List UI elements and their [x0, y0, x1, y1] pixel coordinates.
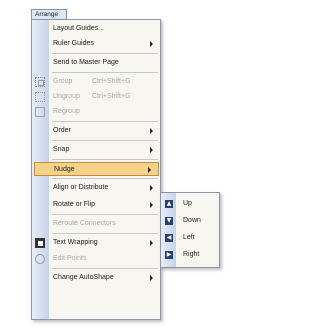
menu-separator	[52, 140, 158, 141]
menu-item-regroup[interactable]: Regroup	[32, 105, 160, 119]
nudge-item-left[interactable]: ◀ Left	[161, 231, 219, 245]
regroup-icon	[35, 107, 45, 117]
nudge-down-icon: ▼	[165, 217, 173, 225]
menu-item-layout-guides[interactable]: Layout Guides...	[32, 22, 160, 36]
menu-item-label: Ruler Guides	[53, 40, 94, 47]
nudge-item-down[interactable]: ▼ Down	[161, 214, 219, 228]
menu-separator	[52, 214, 158, 215]
ungroup-icon	[35, 92, 45, 102]
menu-item-snap[interactable]: Snap	[32, 143, 160, 157]
submenu-arrow-icon	[150, 41, 153, 47]
menu-item-ruler-guides[interactable]: Ruler Guides	[32, 37, 160, 51]
nudge-submenu: ▲ Up ▼ Down ◀ Left ▶ Right	[160, 192, 220, 268]
menu-item-label: Order	[53, 127, 71, 134]
menu-item-label: Reroute Connectors	[53, 220, 116, 227]
menu-item-label: Send to Master Page	[53, 59, 119, 66]
menu-item-label: Snap	[53, 146, 70, 153]
nudge-item-up[interactable]: ▲ Up	[161, 197, 219, 211]
nudge-item-label: Up	[183, 200, 192, 207]
menu-item-label: Nudge	[54, 166, 75, 173]
menu-item-change-autoshape[interactable]: Change AutoShape	[32, 271, 160, 285]
menu-item-text-wrapping[interactable]: Text Wrapping	[32, 236, 160, 250]
menu-item-order[interactable]: Order	[32, 124, 160, 138]
menu-item-label: Align or Distribute	[53, 184, 109, 191]
menu-item-group[interactable]: Group Ctrl+Shift+G	[32, 75, 160, 89]
menu-item-edit-points[interactable]: Edit Points	[32, 252, 160, 266]
menu-item-label: Regroup	[53, 108, 80, 115]
menu-item-label: Edit Points	[53, 255, 87, 262]
menu-item-align-or-distribute[interactable]: Align or Distribute	[32, 181, 160, 195]
submenu-arrow-icon	[150, 128, 153, 134]
menu-separator	[52, 159, 158, 160]
nudge-right-icon: ▶	[165, 251, 173, 259]
menu-item-label: Ungroup	[53, 93, 80, 100]
group-icon	[35, 77, 45, 87]
submenu-arrow-icon	[150, 275, 153, 281]
menu-item-label: Rotate or Flip	[53, 201, 96, 208]
submenu-arrow-icon	[150, 240, 153, 246]
menu-separator	[52, 53, 158, 54]
menu-item-send-to-master-page[interactable]: Send to Master Page	[32, 56, 160, 70]
menu-item-label: Group	[53, 78, 73, 85]
menu-item-label: Layout Guides...	[53, 25, 104, 32]
menu-item-reroute-connectors[interactable]: Reroute Connectors	[32, 217, 160, 231]
submenu-arrow-icon	[150, 147, 153, 153]
nudge-item-label: Left	[183, 234, 195, 241]
edit-points-icon	[35, 254, 45, 264]
nudge-up-icon: ▲	[165, 200, 173, 208]
submenu-arrow-icon	[148, 167, 151, 173]
menubar-arrange-label: Arrange	[35, 11, 59, 18]
nudge-item-label: Right	[183, 251, 200, 258]
menu-item-rotate-or-flip[interactable]: Rotate or Flip	[32, 198, 160, 212]
menu-separator	[52, 268, 158, 269]
submenu-arrow-icon	[150, 202, 153, 208]
submenu-arrow-icon	[150, 185, 153, 191]
menu-separator	[52, 72, 158, 73]
text-wrapping-icon	[35, 238, 45, 248]
menu-separator	[52, 178, 158, 179]
menu-item-label: Text Wrapping	[53, 239, 98, 246]
menu-item-label: Change AutoShape	[53, 274, 114, 281]
menu-item-shortcut: Ctrl+Shift+G	[92, 93, 131, 100]
nudge-left-icon: ◀	[165, 234, 173, 242]
nudge-item-right[interactable]: ▶ Right	[161, 248, 219, 262]
menu-item-shortcut: Ctrl+Shift+G	[92, 78, 131, 85]
menu-separator	[52, 233, 158, 234]
menu-separator	[52, 121, 158, 122]
arrange-menu: Layout Guides... Ruler Guides Send to Ma…	[31, 19, 161, 320]
menu-item-ungroup[interactable]: Ungroup Ctrl+Shift+G	[32, 90, 160, 104]
nudge-item-label: Down	[183, 217, 201, 224]
menu-item-nudge[interactable]: Nudge	[34, 162, 159, 176]
